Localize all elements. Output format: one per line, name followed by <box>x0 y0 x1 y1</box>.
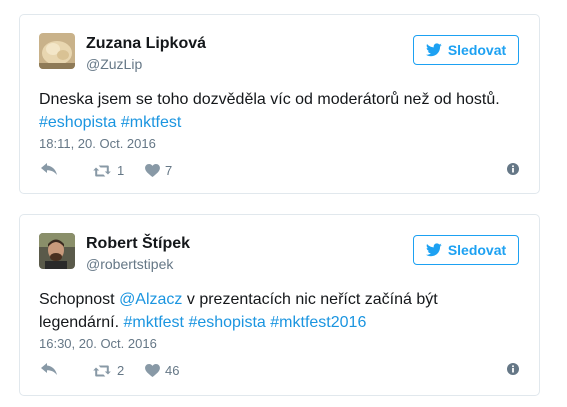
retweet-icon <box>93 165 111 176</box>
timestamp-link[interactable]: 18:11, 20. Oct. 2016 <box>39 136 156 151</box>
retweet-icon <box>93 365 111 376</box>
reply-icon <box>41 363 57 375</box>
follow-label: Sledovat <box>447 42 507 58</box>
hashtag-link[interactable]: #mktfest <box>121 114 181 131</box>
tweet-card: Zuzana Lipková @ZuzLip Sledovat Dneska j… <box>19 14 540 194</box>
like-count: 7 <box>165 163 173 178</box>
author-name[interactable]: Zuzana Lipková <box>86 35 206 53</box>
heart-icon <box>145 164 160 177</box>
retweet-count: 2 <box>117 363 125 378</box>
info-icon <box>507 163 519 175</box>
mention-link[interactable]: @Alzacz <box>119 291 182 308</box>
reply-button[interactable] <box>41 363 57 377</box>
reply-icon <box>41 163 57 175</box>
hashtag-link[interactable]: #eshopista <box>39 114 116 131</box>
tweet-card: Robert Štípek @robertstipek Sledovat Sch… <box>19 214 540 396</box>
reply-button[interactable] <box>41 163 57 177</box>
twitter-bird-icon <box>425 43 442 57</box>
avatar-image <box>39 233 75 269</box>
tweet-text: Schopnost @Alzacz v prezentacích nic neř… <box>39 288 509 334</box>
heart-icon <box>145 364 160 377</box>
avatar[interactable] <box>39 233 75 269</box>
retweet-button[interactable]: 2 <box>92 363 124 378</box>
info-button[interactable] <box>507 163 519 175</box>
follow-label: Sledovat <box>447 242 507 258</box>
action-bar: 2 46 <box>39 363 519 383</box>
action-bar: 1 7 <box>39 163 519 183</box>
info-icon <box>507 363 519 375</box>
text-part: Schopnost <box>39 291 120 308</box>
avatar-image <box>39 33 75 69</box>
twitter-bird-icon <box>425 243 442 257</box>
info-button[interactable] <box>507 363 519 375</box>
author-name[interactable]: Robert Štípek <box>86 235 190 253</box>
text-part: Dneska jsem se toho dozvěděla víc od mod… <box>39 91 500 108</box>
retweet-count: 1 <box>117 163 125 178</box>
like-count: 46 <box>165 363 180 378</box>
avatar[interactable] <box>39 33 75 69</box>
like-button[interactable]: 46 <box>145 363 179 378</box>
hashtag-link[interactable]: #mktfest <box>124 314 184 331</box>
retweet-button[interactable]: 1 <box>92 163 124 178</box>
like-button[interactable]: 7 <box>145 163 172 178</box>
tweet-text: Dneska jsem se toho dozvěděla víc od mod… <box>39 88 509 134</box>
timestamp-link[interactable]: 16:30, 20. Oct. 2016 <box>39 336 157 351</box>
hashtag-link[interactable]: #mktfest2016 <box>270 314 366 331</box>
author-handle[interactable]: @robertstipek <box>86 256 173 272</box>
hashtag-link[interactable]: #eshopista <box>188 314 265 331</box>
follow-button[interactable]: Sledovat <box>413 235 519 265</box>
follow-button[interactable]: Sledovat <box>413 35 519 65</box>
author-handle[interactable]: @ZuzLip <box>86 56 142 72</box>
